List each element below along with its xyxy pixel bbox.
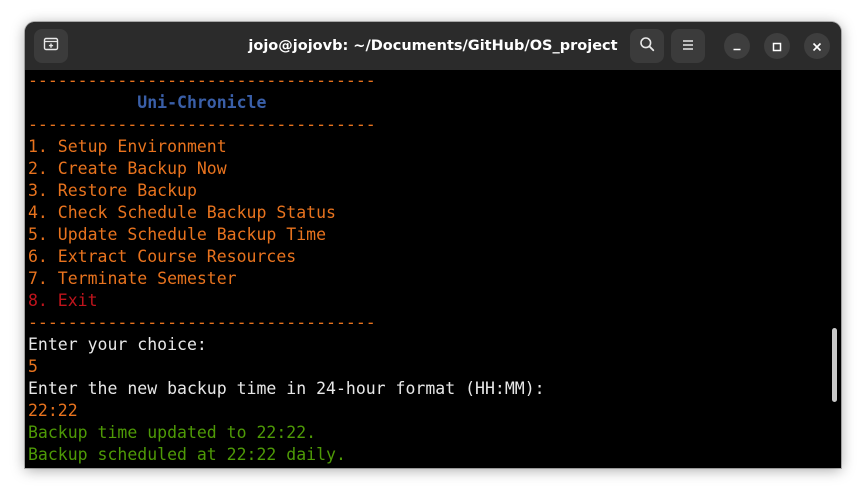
new-tab-button[interactable] <box>34 29 68 63</box>
terminal-line: ----------------------------------- <box>28 115 376 134</box>
terminal-line: ----------------------------------- <box>28 71 376 90</box>
terminal-line: 5. Update Schedule Backup Time <box>28 225 327 244</box>
terminal-output[interactable]: ----------------------------------- Uni-… <box>28 70 841 468</box>
terminal-line: 22:22 <box>28 401 78 420</box>
terminal-line: Backup time updated to 22:22. <box>28 423 317 442</box>
title-bar[interactable]: jojo@jojovb: ~/Documents/GitHub/OS_proje… <box>25 22 841 70</box>
menu-button[interactable] <box>671 29 705 63</box>
maximize-icon <box>772 37 782 56</box>
terminal-line: 1. Setup Environment <box>28 137 227 156</box>
terminal-line: ----------------------------------- <box>28 313 376 332</box>
minimize-icon <box>732 37 742 56</box>
new-tab-icon <box>43 36 59 56</box>
terminal-line: 5 <box>28 357 38 376</box>
terminal-line: 2. Create Backup Now <box>28 159 227 178</box>
search-button[interactable] <box>630 29 664 63</box>
terminal-line: 7. Terminate Semester <box>28 269 237 288</box>
terminal-line: Uni-Chronicle <box>28 93 267 112</box>
terminal-line: 8. Exit <box>28 291 98 310</box>
close-icon <box>812 37 822 56</box>
terminal-line: 6. Extract Course Resources <box>28 247 297 266</box>
terminal-line: 3. Restore Backup <box>28 181 197 200</box>
window-title: jojo@jojovb: ~/Documents/GitHub/OS_proje… <box>248 38 618 54</box>
scrollbar[interactable] <box>832 328 837 402</box>
minimize-button[interactable] <box>724 33 750 59</box>
terminal-line: 4. Check Schedule Backup Status <box>28 203 336 222</box>
close-button[interactable] <box>804 33 830 59</box>
maximize-button[interactable] <box>764 33 790 59</box>
terminal-line: Enter the new backup time in 24-hour for… <box>28 379 545 398</box>
terminal-line: Backup scheduled at 22:22 daily. <box>28 445 346 464</box>
terminal-window: jojo@jojovb: ~/Documents/GitHub/OS_proje… <box>25 22 841 468</box>
hamburger-menu-icon <box>681 37 695 56</box>
terminal-line: Enter your choice: <box>28 335 207 354</box>
search-icon <box>639 36 655 56</box>
